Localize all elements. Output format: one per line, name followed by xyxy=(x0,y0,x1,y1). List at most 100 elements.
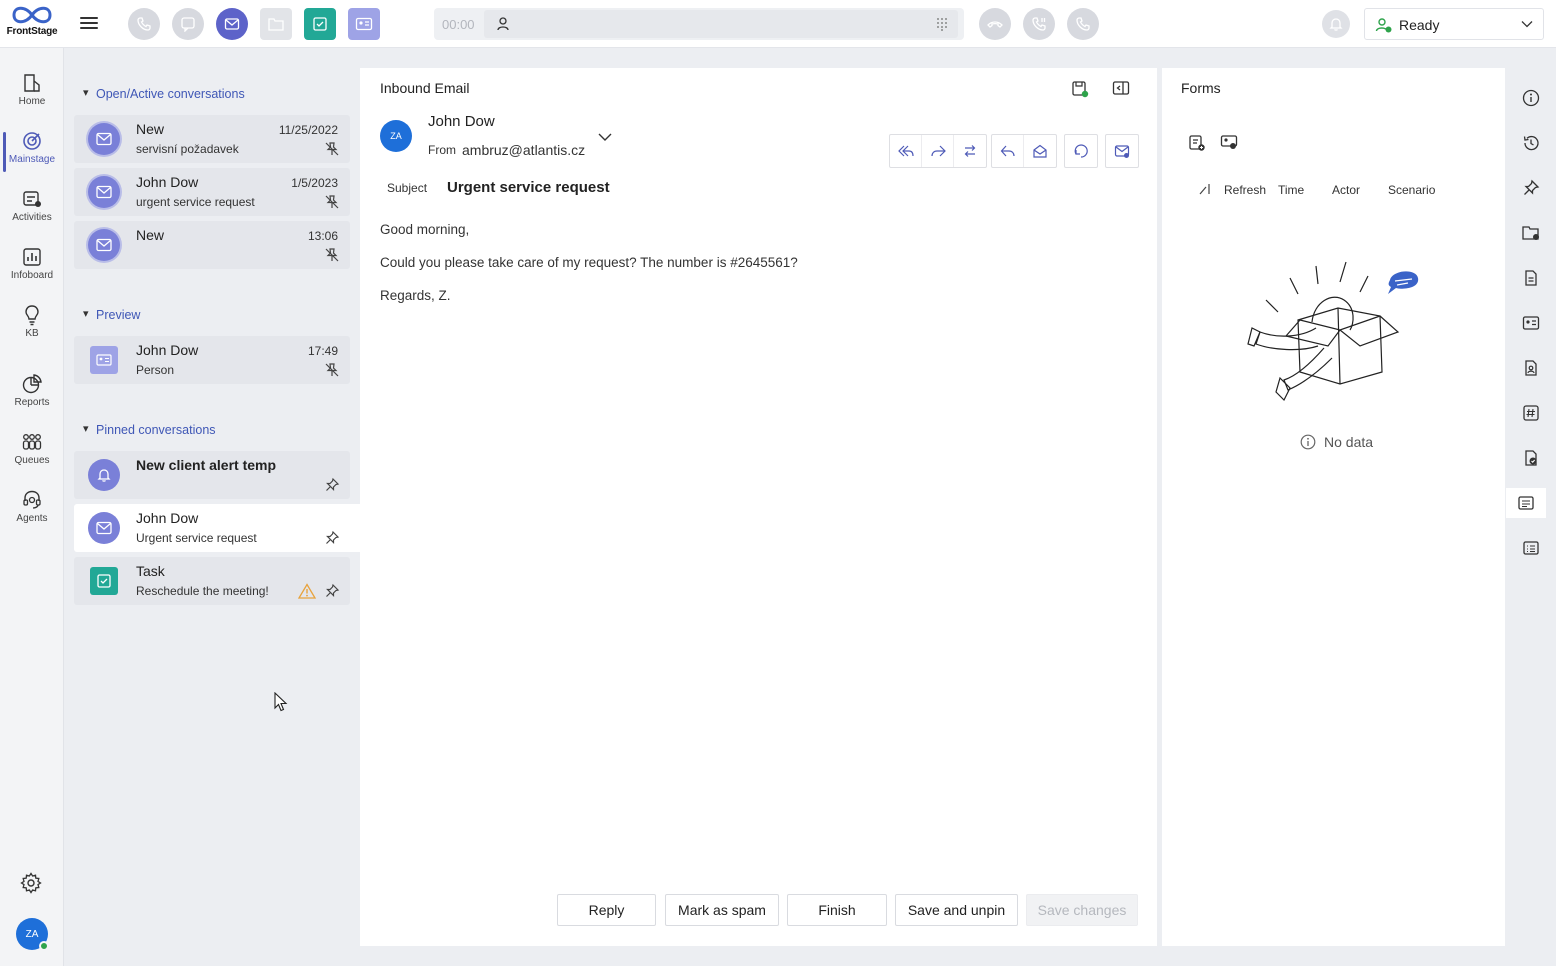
pin-icon[interactable] xyxy=(324,477,340,493)
menu-button[interactable] xyxy=(80,14,98,32)
save-and-unpin-button[interactable]: Save and unpin xyxy=(895,894,1018,926)
phone-icon xyxy=(1076,17,1090,31)
email-actions-group-2 xyxy=(991,134,1057,168)
save-changes-button[interactable]: Save changes xyxy=(1026,894,1138,926)
section-open-conversations[interactable]: Open/Active conversations xyxy=(83,86,245,101)
rail-history-button[interactable] xyxy=(1516,128,1546,158)
nav-mainstage[interactable]: Mainstage xyxy=(0,124,64,176)
sender-name: John Dow xyxy=(428,113,495,130)
hangup-icon xyxy=(987,21,1003,28)
rail-hashtag-button[interactable] xyxy=(1516,398,1546,428)
unpin-icon[interactable] xyxy=(324,141,340,157)
rail-contact-button[interactable] xyxy=(1516,308,1546,338)
add-form-icon[interactable] xyxy=(1188,134,1206,152)
nav-infoboard[interactable]: Infoboard xyxy=(0,240,64,292)
rail-forms-button[interactable] xyxy=(1506,488,1546,518)
email-panel: Inbound Email ZA John Dow From ambruz@at… xyxy=(360,68,1157,946)
pin-icon[interactable] xyxy=(324,530,340,546)
mail-settings-icon xyxy=(1114,145,1130,158)
conversation-title: New xyxy=(136,121,165,137)
folder-channel-button[interactable] xyxy=(260,8,292,40)
hangup-button[interactable] xyxy=(979,8,1011,40)
mail-avatar xyxy=(88,123,120,155)
rail-user-document-button[interactable] xyxy=(1516,353,1546,383)
chat-channel-button[interactable] xyxy=(172,8,204,40)
rail-checklist-button[interactable] xyxy=(1516,443,1546,473)
nav-kb[interactable]: KB xyxy=(0,298,64,350)
bell-icon xyxy=(97,469,111,482)
gear-icon[interactable] xyxy=(20,872,42,894)
reply-all-icon xyxy=(897,145,914,157)
nav-activities[interactable]: Activities xyxy=(0,182,64,234)
open-mail-button[interactable] xyxy=(1024,135,1056,167)
email-channel-button[interactable] xyxy=(216,8,248,40)
conversation-item[interactable]: New servisní požadavek 11/25/2022 xyxy=(74,115,350,163)
conversation-item[interactable]: John Dow urgent service request 1/5/2023 xyxy=(74,168,350,216)
email-panel-title: Inbound Email xyxy=(380,80,470,96)
reply-text-button[interactable]: Reply xyxy=(557,894,656,926)
contact-card-channel-button[interactable] xyxy=(348,8,380,40)
reply-all-button[interactable] xyxy=(890,135,922,167)
nav-mainstage-label: Mainstage xyxy=(8,154,56,165)
notifications-button[interactable] xyxy=(1322,10,1350,38)
finish-button[interactable]: Finish xyxy=(787,894,887,926)
conversation-date: 13:06 xyxy=(307,229,338,243)
collapse-panel-icon[interactable] xyxy=(1112,80,1130,96)
hold-call-button[interactable] xyxy=(1023,8,1055,40)
nav-agents[interactable]: Agents xyxy=(0,483,64,535)
pie-icon xyxy=(22,374,42,394)
conversation-item[interactable]: New 13:06 xyxy=(74,221,350,269)
rail-info-button[interactable] xyxy=(1516,83,1546,113)
unpin-icon[interactable] xyxy=(324,194,340,210)
reply-button[interactable] xyxy=(992,135,1024,167)
transfer-call-button[interactable] xyxy=(1067,8,1099,40)
nav-agents-label: Agents xyxy=(16,513,48,524)
conversation-item-selected[interactable]: John Dow Urgent service request xyxy=(74,504,360,552)
transfer-button[interactable] xyxy=(954,135,986,167)
conversation-list: Open/Active conversations New servisní p… xyxy=(64,48,360,966)
rail-folder-button[interactable] xyxy=(1516,218,1546,248)
nav-reports[interactable]: Reports xyxy=(0,367,64,419)
pin-icon[interactable] xyxy=(324,583,340,599)
rail-pin-button[interactable] xyxy=(1516,173,1546,203)
user-avatar[interactable]: ZA xyxy=(16,918,49,951)
call-timer: 00:00 xyxy=(442,17,475,32)
save-form-icon[interactable] xyxy=(1071,80,1089,98)
task-channel-button[interactable] xyxy=(304,8,336,40)
forms-column-actor[interactable]: Actor xyxy=(1332,183,1360,197)
forms-column-refresh[interactable]: Refresh xyxy=(1224,183,1266,197)
document-icon xyxy=(1525,270,1537,286)
dialer-bar: 00:00 xyxy=(434,8,964,40)
chevron-down-icon xyxy=(1521,21,1533,28)
status-person-icon xyxy=(1375,18,1392,33)
right-tool-rail xyxy=(1506,68,1556,966)
conversation-item[interactable]: John Dow Person 17:49 xyxy=(74,336,350,384)
email-actions-group-4 xyxy=(1105,134,1139,168)
chevron-down-icon[interactable] xyxy=(598,132,612,142)
form-card-icon[interactable] xyxy=(1220,134,1238,150)
section-preview[interactable]: Preview xyxy=(83,307,141,322)
conversation-item[interactable]: New client alert temp xyxy=(74,451,350,499)
rail-list-button[interactable] xyxy=(1516,533,1546,563)
forms-column-time[interactable]: Time xyxy=(1278,183,1304,197)
mail-settings-button[interactable] xyxy=(1106,135,1138,167)
forms-column-scenario[interactable]: Scenario xyxy=(1388,183,1435,197)
mark-as-spam-button[interactable]: Mark as spam xyxy=(665,894,779,926)
phone-channel-button[interactable] xyxy=(128,8,160,40)
nav-home[interactable]: Home xyxy=(0,66,64,118)
sort-icon[interactable] xyxy=(1198,182,1212,196)
email-body-line: Good morning, xyxy=(380,222,470,237)
conversation-item[interactable]: Task Reschedule the meeting! xyxy=(74,557,350,605)
activities-icon xyxy=(23,191,41,207)
unpin-icon[interactable] xyxy=(324,362,340,378)
agent-status-select[interactable]: Ready xyxy=(1364,8,1544,40)
unpin-icon[interactable] xyxy=(324,247,340,263)
nav-queues[interactable]: Queues xyxy=(0,425,64,477)
nav-infoboard-label: Infoboard xyxy=(10,270,54,281)
callback-button[interactable] xyxy=(1065,135,1097,167)
section-pinned[interactable]: Pinned conversations xyxy=(83,422,215,437)
dial-number-input[interactable] xyxy=(484,10,958,38)
dialpad-icon[interactable] xyxy=(936,17,948,31)
rail-document-button[interactable] xyxy=(1516,263,1546,293)
forward-button[interactable] xyxy=(922,135,954,167)
